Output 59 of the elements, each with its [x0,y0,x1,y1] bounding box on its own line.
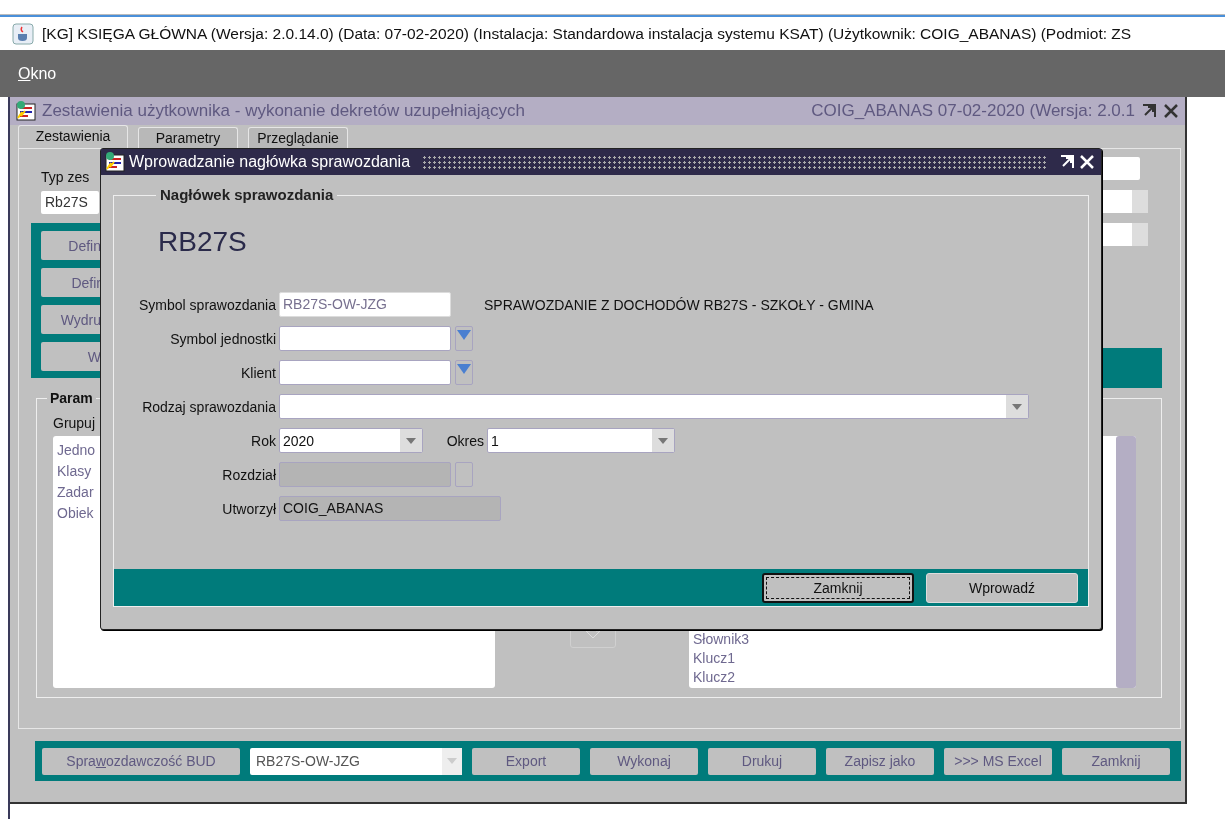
list-button[interactable] [455,326,473,351]
field-label: Typ zes [41,169,91,185]
tab[interactable]: Przeglądanie [248,127,348,148]
tab[interactable]: Zestawienia [18,125,128,148]
cup-icon [12,22,34,45]
dialog-title: Wprowadzanie nagłówka sprawozdania [129,153,411,171]
field-label: Grupuj [53,415,97,431]
scrollbar[interactable] [1116,436,1136,688]
list-item[interactable]: Klucz1 [693,650,736,666]
dropdown-arrow-icon[interactable] [658,437,668,444]
list-button[interactable] [455,360,473,385]
field-label: Symbol jednostki [169,330,277,347]
text-field[interactable] [1100,157,1140,180]
window-title: [KG] KSIĘGA GŁÓWNA (Wersja: 2.0.14.0) (Data: 07-02-2020) (Instalacja: Standardowa instalacja systemu KSAT) (Użytkownik: COIG_ABANAS) (Podmiot: ZS [42,24,1132,43]
field-label: Rozdział [221,466,277,483]
action-button[interactable]: Wydru [41,305,103,334]
window-info: COIG_ABANAS 07-02-2020 (Wersja: 2.0.1 [811,101,1135,121]
list-item[interactable]: Słownik3 [693,631,750,647]
field-label: Okres [445,432,485,449]
triangle-icon [457,330,471,340]
tab[interactable]: Parametry [138,127,238,148]
list-item[interactable]: Zadar [57,484,94,500]
dialog-button[interactable]: Zamknij [762,572,914,603]
action-button[interactable]: Defir [41,268,103,297]
triangle-icon [457,364,471,374]
text-field[interactable]: Rb27S [41,191,99,214]
field-label: Symbol sprawozdania [138,296,277,313]
menu-item[interactable]: Okno [18,64,57,83]
group-title: Param [47,390,96,406]
dropdown-field[interactable] [1100,190,1148,213]
dropdown-arrow-icon[interactable] [1012,403,1022,410]
dropdown-field[interactable]: 2020 [279,428,423,453]
restore-icon[interactable] [1141,103,1157,119]
app-icon [105,152,125,172]
window-title: Zestawienia użytkownika - wykonanie dekretów uzupełniających [42,101,525,121]
dropdown-field[interactable]: 1 [487,428,675,453]
field-label: Klient [239,364,277,381]
close-icon[interactable] [1163,103,1179,119]
action-button[interactable]: Defin [41,231,103,260]
report-heading: RB27S [158,226,247,258]
text-field[interactable] [279,360,451,385]
action-button[interactable]: W [41,342,103,371]
group-title: Nagłówek sprawozdania [156,186,338,203]
list-item[interactable]: Klucz2 [693,669,736,685]
dialog-button[interactable]: Wprowadź [926,572,1078,603]
text-field[interactable]: RB27S-OW-JZG [279,292,451,317]
text-field[interactable] [279,326,451,351]
app-icon [16,101,36,121]
list-item[interactable]: Obiek [57,505,94,521]
toolbar-background [1100,348,1162,388]
field-label: Utworzył [221,500,277,517]
dropdown-field[interactable] [279,394,1029,419]
field-label: Rok [250,432,277,449]
list-item[interactable]: Klasy [57,463,92,479]
dropdown-field[interactable] [1100,223,1148,246]
field-label: Rodzaj sprawozdania [141,398,277,415]
list-item[interactable]: Jedno [57,442,96,458]
report-description: SPRAWOZDANIE Z DOCHODÓW RB27S - SZKOŁY - GMINA [484,296,874,313]
dropdown-arrow-icon[interactable] [406,437,416,444]
